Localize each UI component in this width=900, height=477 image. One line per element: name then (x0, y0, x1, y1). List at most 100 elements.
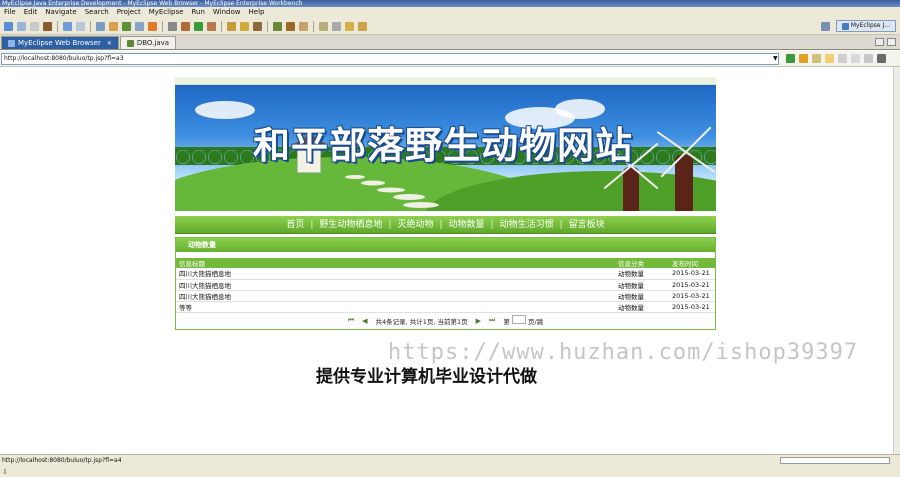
menu-window[interactable]: Window (209, 7, 245, 18)
stop-icon[interactable] (148, 21, 157, 31)
browser-nav-icons (786, 54, 886, 63)
column-header: 发布时间 (669, 258, 715, 268)
nav-guestbook[interactable]: 留言板块 (563, 216, 611, 234)
row-title-link[interactable]: 四川大熊猫栖息地 (176, 290, 615, 302)
prev-page-icon[interactable]: ◀ (362, 317, 367, 325)
status-bar: http://localhost:8080/buluo/tp.jsp?fl=a4… (0, 454, 900, 477)
next-page-icon[interactable]: ▶ (476, 317, 481, 325)
content-panel: 动物数量 信息标题 信息分类 发布时间 四川大熊猫栖息地 动物数量 2015-0… (175, 237, 716, 330)
last-page-icon[interactable]: ⏭ (489, 316, 495, 325)
pagination-summary: 共4条记录, 共计1页, 当前第1页 (375, 317, 468, 326)
table-row: 四川大熊猫栖息地 动物数量 2015-03-21 (176, 279, 715, 291)
open-perspective-icon[interactable] (820, 21, 830, 31)
debug-icon[interactable] (181, 21, 190, 31)
stop-icon[interactable] (838, 54, 847, 63)
back-icon[interactable] (345, 21, 354, 31)
page-number-input[interactable] (511, 315, 526, 324)
nav-count[interactable]: 动物数量 (443, 216, 491, 234)
vertical-scrollbar[interactable] (893, 67, 900, 454)
open-resource-icon[interactable] (76, 21, 85, 31)
menu-search[interactable]: Search (81, 7, 113, 18)
console-icon[interactable] (168, 21, 177, 31)
row-title-link[interactable]: 等等 (176, 301, 615, 313)
run-icon[interactable] (194, 21, 203, 31)
toolbar-separator (267, 20, 268, 32)
row-title-link[interactable]: 四川大熊猫栖息地 (176, 268, 615, 280)
close-icon[interactable]: ✕ (107, 37, 112, 50)
maximize-icon[interactable] (887, 38, 896, 46)
java-file-icon (126, 39, 134, 47)
save-all-icon[interactable] (30, 21, 39, 31)
browser-viewport: 和平部落野生动物网站 首页 | 野生动物栖息地 | 灭绝动物 | 动物数量 | … (0, 67, 893, 454)
menu-file[interactable]: File (0, 7, 20, 18)
column-header: 信息分类 (615, 258, 669, 268)
chevron-down-icon[interactable]: ▼ (773, 55, 778, 62)
windmill-decoration (623, 167, 639, 211)
column-header: 信息标题 (176, 258, 615, 268)
new-class-icon[interactable] (253, 21, 262, 31)
row-category: 动物数量 (615, 301, 669, 313)
nav-habitat[interactable]: 野生动物栖息地 (313, 216, 388, 234)
nav-habits[interactable]: 动物生活习惯 (494, 216, 560, 234)
tab-web-browser[interactable]: MyEclipse Web Browser ✕ (1, 36, 119, 49)
site-nav: 首页 | 野生动物栖息地 | 灭绝动物 | 动物数量 | 动物生活习惯 | 留言… (175, 216, 716, 234)
next-annotation-icon[interactable] (319, 21, 328, 31)
prev-annotation-icon[interactable] (332, 21, 341, 31)
deploy-icon[interactable] (96, 21, 105, 31)
tab-label: MyEclipse Web Browser (18, 38, 101, 47)
first-page-icon[interactable]: ⏮ (348, 316, 354, 325)
pagination: ⏮ ◀ 共4条记录, 共计1页, 当前第1页 ▶ ⏭ 第 页/跳 (176, 313, 715, 329)
row-date: 2015-03-21 (669, 290, 715, 302)
site-title: 和平部落野生动物网站 (253, 124, 633, 167)
back-icon[interactable] (799, 54, 808, 63)
toolbar-separator (90, 20, 91, 32)
table-row: 四川大熊猫栖息地 动物数量 2015-03-21 (176, 290, 715, 302)
forward-icon[interactable] (812, 54, 821, 63)
menu-run[interactable]: Run (187, 7, 208, 18)
save-icon[interactable] (17, 21, 26, 31)
perspective-switcher: MyEclipse J... (819, 20, 896, 32)
menu-myeclipse[interactable]: MyEclipse (145, 7, 188, 18)
home-icon[interactable] (851, 54, 860, 63)
open-type-icon[interactable] (63, 21, 72, 31)
globe-icon (8, 39, 15, 47)
print-icon[interactable] (864, 54, 873, 63)
row-title-link[interactable]: 四川大熊猫栖息地 (176, 279, 615, 291)
external-tools-icon[interactable] (207, 21, 216, 31)
new-package-icon[interactable] (240, 21, 249, 31)
forward-icon[interactable] (358, 21, 367, 31)
row-category: 动物数量 (615, 290, 669, 302)
browser-icon[interactable] (135, 21, 144, 31)
minimize-icon[interactable] (875, 38, 884, 46)
search-icon[interactable] (273, 21, 282, 31)
go-icon[interactable] (786, 54, 795, 63)
table-header-row: 信息标题 信息分类 发布时间 (176, 258, 715, 268)
goto-suffix[interactable]: 页/跳 (528, 318, 543, 326)
status-icon: ⇩ (2, 468, 8, 476)
menu-navigate[interactable]: Navigate (41, 7, 80, 18)
table-row: 等等 动物数量 2015-03-21 (176, 301, 715, 313)
url-input[interactable]: http://localhost:8080/buluo/tp.jsp?fl=a3 (1, 53, 779, 65)
new-web-project-icon[interactable] (227, 21, 236, 31)
refresh-icon[interactable] (825, 54, 834, 63)
server-icon[interactable] (109, 21, 118, 31)
row-date: 2015-03-21 (669, 268, 715, 280)
nav-home[interactable]: 首页 (280, 216, 310, 234)
new-icon[interactable] (4, 21, 13, 31)
run-server-icon[interactable] (122, 21, 131, 31)
tab-dbo-java[interactable]: DBO.java (119, 36, 177, 49)
menu-project[interactable]: Project (113, 7, 145, 18)
toolbar-separator (57, 20, 58, 32)
menu-bar: File Edit Navigate Search Project MyEcli… (0, 7, 900, 18)
nav-extinct[interactable]: 灭绝动物 (391, 216, 439, 234)
menu-help[interactable]: Help (245, 7, 269, 18)
menu-edit[interactable]: Edit (20, 7, 42, 18)
open-task-icon[interactable] (286, 21, 295, 31)
print-icon[interactable] (43, 21, 52, 31)
edit-source-icon[interactable] (877, 54, 886, 63)
status-url: http://localhost:8080/buluo/tp.jsp?fl=a4 (2, 457, 122, 464)
edit-icon[interactable] (299, 21, 308, 31)
caption-text: 提供专业计算机毕业设计代做 (316, 367, 537, 387)
toolbar-separator (221, 20, 222, 32)
perspective-button[interactable]: MyEclipse J... (835, 20, 896, 32)
